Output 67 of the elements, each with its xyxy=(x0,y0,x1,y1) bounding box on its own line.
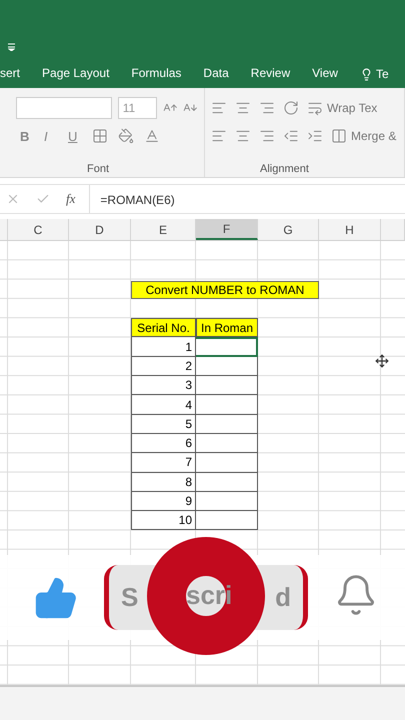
insert-function-button[interactable]: fx xyxy=(66,191,76,207)
font-color-icon[interactable] xyxy=(144,128,160,144)
lightbulb-icon xyxy=(360,68,373,80)
font-style-button[interactable]: I xyxy=(44,128,58,144)
ribbon-tab[interactable]: Data xyxy=(203,63,229,85)
align-right-icon[interactable] xyxy=(259,128,275,144)
column-header[interactable]: H xyxy=(319,219,381,240)
ribbon-tab[interactable]: Formulas xyxy=(131,63,182,85)
customize-toolbar-icon[interactable] xyxy=(8,43,15,51)
column-header[interactable]: G xyxy=(258,219,319,240)
serial-cell: 5 xyxy=(131,414,196,434)
serial-cell: 9 xyxy=(131,492,196,512)
roman-cell[interactable] xyxy=(196,395,258,415)
column-header-cell: In Roman xyxy=(196,318,258,338)
serial-cell: 10 xyxy=(131,511,196,530)
cursor-icon xyxy=(375,354,389,368)
increase-indent-icon[interactable] xyxy=(307,128,323,144)
serial-cell: 6 xyxy=(131,434,196,454)
align-bottom-icon[interactable] xyxy=(259,100,275,116)
roman-cell[interactable] xyxy=(196,434,258,454)
column-header[interactable]: F xyxy=(196,219,258,240)
roman-cell[interactable] xyxy=(196,337,258,357)
roman-cell[interactable] xyxy=(196,511,258,530)
serial-cell: 2 xyxy=(131,356,196,376)
roman-cell[interactable] xyxy=(196,414,258,434)
cancel-icon[interactable] xyxy=(6,192,20,206)
serial-cell: 7 xyxy=(131,453,196,473)
orientation-icon[interactable] xyxy=(283,100,299,116)
borders-icon[interactable] xyxy=(92,128,108,144)
decrease-indent-icon[interactable] xyxy=(283,128,299,144)
column-header[interactable]: D xyxy=(69,219,131,240)
roman-cell[interactable] xyxy=(196,453,258,473)
font-style-button[interactable]: U xyxy=(68,128,82,144)
align-left-icon[interactable] xyxy=(211,128,227,144)
font-name-field[interactable] xyxy=(16,97,112,119)
like-icon[interactable] xyxy=(34,576,78,620)
group-label: Font xyxy=(86,163,110,175)
ribbon-tab[interactable]: View xyxy=(312,63,338,85)
wrap-text-icon xyxy=(307,100,323,116)
align-middle-icon[interactable] xyxy=(235,100,251,116)
ring-icon xyxy=(147,537,265,655)
tell-me-button[interactable]: Te xyxy=(360,67,389,81)
group-label: Alignment xyxy=(259,163,310,175)
column-header[interactable]: C xyxy=(8,219,69,240)
roman-cell[interactable] xyxy=(196,356,258,376)
merge-cells-icon xyxy=(331,128,347,144)
formula-field[interactable]: =ROMAN(E6) xyxy=(89,185,405,213)
ribbon-tab[interactable]: Review xyxy=(250,63,290,85)
paint-bucket-icon[interactable] xyxy=(118,128,134,144)
subscribe-text: S xyxy=(121,582,138,613)
serial-cell: 1 xyxy=(131,337,196,357)
ribbon-tab[interactable]: sert xyxy=(0,63,20,85)
serial-cell: 8 xyxy=(131,472,196,492)
serial-cell: 4 xyxy=(131,395,196,415)
serial-cell: 3 xyxy=(131,376,196,396)
roman-cell[interactable] xyxy=(196,376,258,396)
font-style-button[interactable]: B xyxy=(20,128,34,144)
column-header-cell: Serial No. xyxy=(131,318,196,338)
align-center-icon[interactable] xyxy=(235,128,251,144)
align-top-icon[interactable] xyxy=(211,100,227,116)
sheet-title: Convert NUMBER to ROMAN xyxy=(131,280,319,299)
roman-cell[interactable] xyxy=(196,492,258,512)
wrap-text-button[interactable]: Wrap Tex xyxy=(307,100,378,116)
merge-button[interactable]: Merge & xyxy=(331,128,396,144)
roman-cell[interactable] xyxy=(196,472,258,492)
subscribe-text: d xyxy=(275,582,291,613)
ribbon-tab[interactable]: Page Layout xyxy=(42,63,110,85)
